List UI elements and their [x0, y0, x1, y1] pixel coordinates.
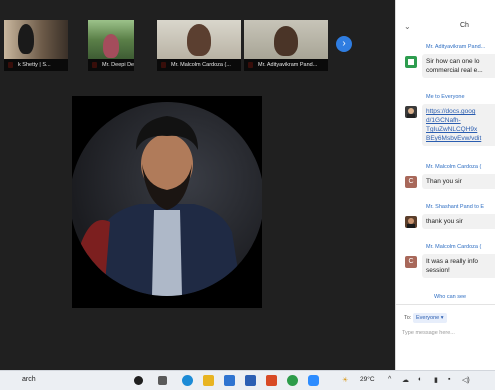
message-bubble: Than you sir	[422, 174, 495, 189]
edge-icon[interactable]	[182, 375, 193, 386]
message-sender: Mr. Shashant Pand to E	[426, 204, 485, 210]
onedrive-icon[interactable]: ☁	[402, 376, 409, 384]
start-icon[interactable]	[134, 376, 143, 385]
message-sender: Mr. Adityavikram Pand...	[426, 44, 486, 50]
meeting-window: k Shetty | S... Mr. Deepi Desh... Mr. Ma…	[0, 0, 395, 370]
task-view-icon[interactable]	[158, 376, 167, 385]
speaker-frame	[72, 102, 262, 296]
background-chair-shape	[78, 220, 110, 296]
speaker-figure	[78, 116, 242, 296]
participant-tile[interactable]: k Shetty | S...	[4, 20, 68, 71]
participant-tile[interactable]: Mr. Deepi Desh...	[88, 20, 134, 71]
shirt-shape	[152, 210, 182, 296]
avatar: C	[405, 176, 417, 188]
taskbar-search[interactable]: arch	[22, 376, 36, 383]
message-bubble: Sir how can one lo commercial real e...	[422, 54, 495, 78]
message-bubble: It was a really info session!	[422, 254, 495, 278]
mail-icon[interactable]	[224, 375, 235, 386]
participant-tile[interactable]: Mr. Adityavikram Pand...	[244, 20, 328, 71]
who-can-see-link[interactable]: Who can see	[434, 294, 466, 300]
zoom-icon[interactable]	[308, 375, 319, 386]
recipient-dropdown[interactable]: Everyone ▾	[413, 313, 447, 323]
tray-overflow-icon[interactable]: ^	[388, 376, 391, 383]
chrome-icon[interactable]	[287, 375, 298, 386]
sync-icon[interactable]: ◐	[418, 376, 422, 383]
chat-title: Ch	[460, 22, 469, 29]
participant-name: Mr. Malcolm Cardoza (...	[157, 59, 241, 71]
store-icon[interactable]	[245, 375, 256, 386]
office-icon[interactable]	[266, 375, 277, 386]
message-sender: Mr. Malcolm Cardoza (	[426, 244, 482, 250]
windows-taskbar: arch ☀ 29°C ^ ☁ ◐ ▮ ▪ ◁)	[0, 370, 495, 390]
avatar: C	[405, 256, 417, 268]
participant-figure	[274, 26, 298, 56]
message-sender: Me to Everyone	[426, 94, 465, 100]
chat-panel: ⌄ Ch Mr. Adityavikram Pand... Sir how ca…	[395, 0, 495, 370]
file-explorer-icon[interactable]	[203, 375, 214, 386]
to-label: To:	[404, 315, 412, 321]
next-page-button[interactable]: ›	[336, 36, 352, 52]
participant-figure	[18, 24, 34, 54]
participant-name: Mr. Adityavikram Pand...	[244, 59, 328, 71]
network-icon[interactable]: ▪	[448, 376, 450, 383]
message-input[interactable]	[402, 327, 492, 339]
active-speaker-video	[72, 96, 262, 308]
sheet-icon	[408, 59, 414, 65]
avatar	[405, 56, 417, 68]
participant-tile[interactable]: Mr. Malcolm Cardoza (...	[157, 20, 241, 71]
user-photo-icon	[407, 108, 415, 118]
user-photo-icon	[407, 218, 415, 228]
chat-header: ⌄ Ch	[396, 20, 495, 38]
participant-figure	[103, 34, 119, 58]
weather-temp[interactable]: 29°C	[360, 376, 375, 383]
avatar	[405, 216, 417, 228]
participant-name: k Shetty | S...	[4, 59, 68, 71]
participant-figure	[187, 24, 211, 56]
volume-icon[interactable]: ◁)	[462, 376, 470, 384]
participant-name: Mr. Deepi Desh...	[88, 59, 134, 71]
message-sender: Mr. Malcolm Cardoza (	[426, 164, 482, 170]
message-link[interactable]: https://docs.goog d/1GCNafh- TgIuZwNLCQH…	[422, 104, 495, 146]
chat-composer: To: Everyone ▾	[396, 304, 495, 370]
message-bubble: thank you sir	[422, 214, 495, 229]
avatar	[405, 106, 417, 118]
chevron-down-icon[interactable]: ⌄	[404, 22, 411, 31]
weather-sun-icon: ☀	[342, 377, 349, 384]
battery-icon[interactable]: ▮	[434, 376, 438, 384]
